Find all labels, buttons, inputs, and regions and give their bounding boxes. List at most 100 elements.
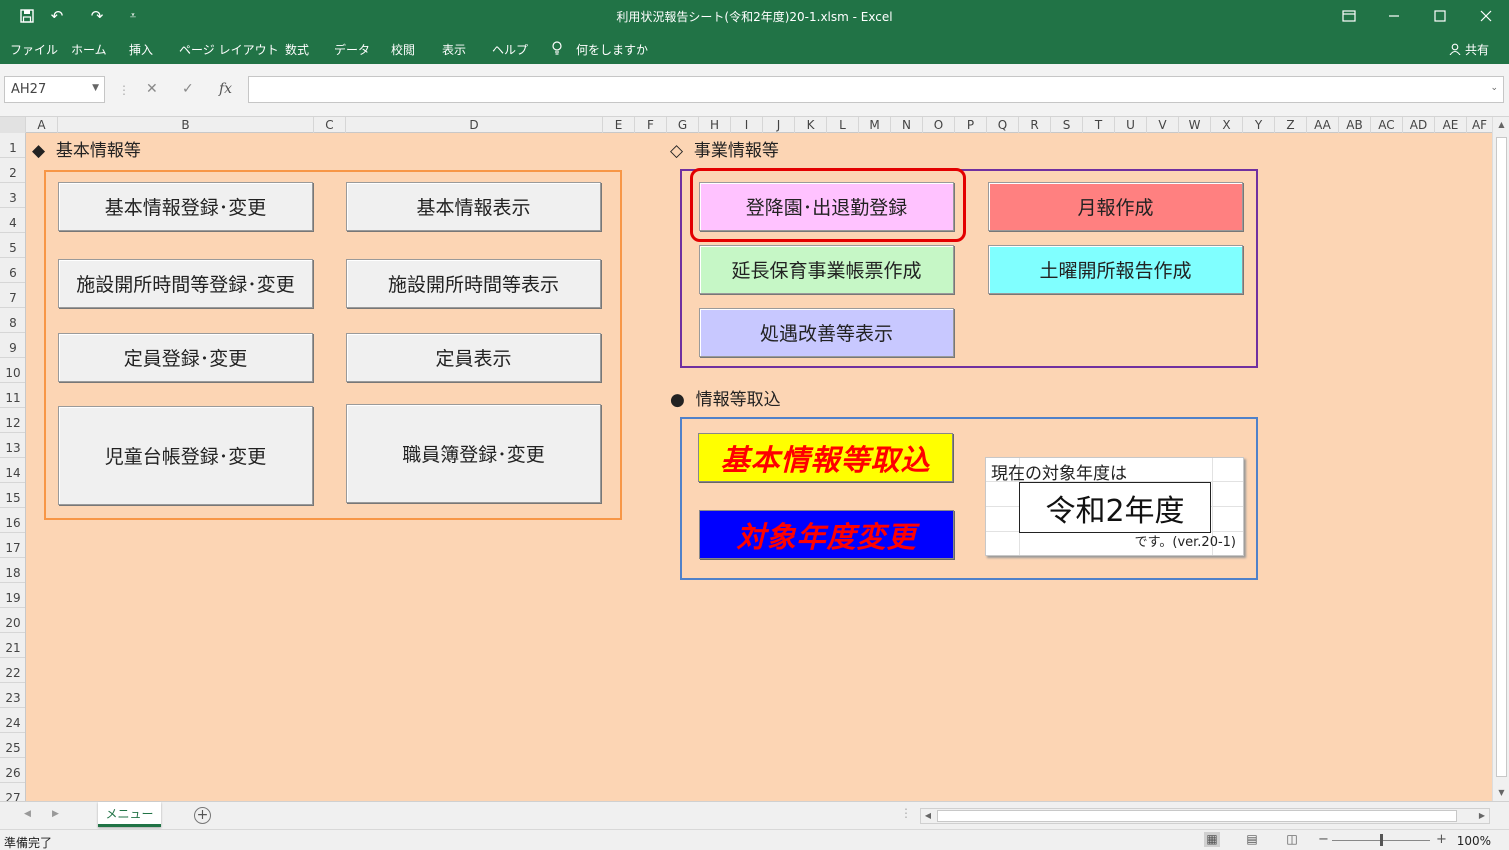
- column-header[interactable]: S: [1051, 117, 1083, 133]
- tab-review[interactable]: 校閲: [391, 41, 415, 58]
- horizontal-scrollbar[interactable]: ◀ ▶: [920, 808, 1490, 824]
- column-header[interactable]: O: [923, 117, 955, 133]
- import-basic-info-button[interactable]: 基本情報等取込: [698, 433, 953, 482]
- treatment-display-button[interactable]: 処遇改善等表示: [699, 308, 954, 357]
- column-header[interactable]: L: [827, 117, 859, 133]
- scroll-left-icon[interactable]: ◀: [921, 809, 935, 823]
- row-header[interactable]: 3: [0, 183, 25, 208]
- children-register-button[interactable]: 児童台帳登録･変更: [58, 406, 313, 505]
- column-header[interactable]: AD: [1403, 117, 1435, 133]
- tab-page-layout[interactable]: ページ レイアウト: [179, 41, 279, 58]
- zoom-level[interactable]: 100%: [1457, 834, 1491, 848]
- name-box[interactable]: AH27 ▼: [4, 76, 105, 103]
- column-header[interactable]: D: [346, 117, 603, 133]
- column-header[interactable]: Z: [1275, 117, 1307, 133]
- column-header[interactable]: AB: [1339, 117, 1371, 133]
- column-header[interactable]: I: [731, 117, 763, 133]
- tab-view[interactable]: 表示: [442, 41, 466, 58]
- prev-sheet-icon[interactable]: ◀: [24, 809, 31, 819]
- next-sheet-icon[interactable]: ▶: [52, 809, 59, 819]
- zoom-out-icon[interactable]: −: [1318, 832, 1329, 847]
- row-header[interactable]: 7: [0, 283, 25, 308]
- tab-formulas[interactable]: 数式: [285, 41, 309, 58]
- capacity-display-button[interactable]: 定員表示: [346, 333, 601, 382]
- row-header[interactable]: 18: [0, 558, 25, 583]
- tell-me-search[interactable]: 何をしますか: [576, 41, 648, 58]
- row-header[interactable]: 11: [0, 383, 25, 408]
- enter-icon[interactable]: ✓: [182, 81, 194, 97]
- tab-insert[interactable]: 挿入: [129, 41, 153, 58]
- saturday-report-button[interactable]: 土曜開所報告作成: [988, 245, 1243, 294]
- row-header[interactable]: 8: [0, 308, 25, 333]
- add-sheet-icon[interactable]: +: [194, 807, 211, 824]
- column-header[interactable]: J: [763, 117, 795, 133]
- row-header[interactable]: 9: [0, 333, 25, 358]
- insert-function-icon[interactable]: fx: [219, 81, 232, 97]
- row-header[interactable]: 24: [0, 708, 25, 733]
- capacity-register-button[interactable]: 定員登録･変更: [58, 333, 313, 382]
- column-header[interactable]: M: [859, 117, 891, 133]
- row-header[interactable]: 22: [0, 658, 25, 683]
- page-break-view-icon[interactable]: ◫: [1284, 832, 1300, 847]
- column-header[interactable]: AF: [1467, 117, 1492, 133]
- maximize-icon[interactable]: [1420, 4, 1460, 28]
- hours-register-button[interactable]: 施設開所時間等登録･変更: [58, 259, 313, 308]
- name-box-dropdown-icon[interactable]: ▼: [92, 83, 99, 93]
- row-header[interactable]: 23: [0, 683, 25, 708]
- vertical-scroll-thumb[interactable]: [1496, 137, 1507, 777]
- worksheet[interactable]: ◆ 基本情報等 基本情報登録･変更 基本情報表示 施設開所時間等登録･変更 施設…: [26, 133, 1492, 801]
- column-header[interactable]: H: [699, 117, 731, 133]
- row-header[interactable]: 16: [0, 508, 25, 533]
- tab-help[interactable]: ヘルプ: [492, 41, 528, 58]
- row-header[interactable]: 19: [0, 583, 25, 608]
- ribbon-display-icon[interactable]: [1329, 4, 1369, 28]
- column-header[interactable]: Q: [987, 117, 1019, 133]
- normal-view-icon[interactable]: ▦: [1204, 832, 1220, 847]
- hours-display-button[interactable]: 施設開所時間等表示: [346, 259, 601, 308]
- vertical-scrollbar[interactable]: ▲ ▼: [1492, 117, 1509, 801]
- row-header[interactable]: 15: [0, 483, 25, 508]
- row-header[interactable]: 21: [0, 633, 25, 658]
- close-icon[interactable]: [1466, 4, 1506, 28]
- column-header[interactable]: V: [1147, 117, 1179, 133]
- row-header[interactable]: 1: [0, 133, 25, 158]
- tab-home[interactable]: ホーム: [71, 41, 107, 58]
- row-header[interactable]: 26: [0, 758, 25, 783]
- row-header[interactable]: 13: [0, 433, 25, 458]
- row-header[interactable]: 4: [0, 208, 25, 233]
- cancel-icon[interactable]: ✕: [146, 81, 158, 97]
- column-header[interactable]: B: [58, 117, 314, 133]
- change-target-year-button[interactable]: 対象年度変更: [699, 510, 954, 559]
- column-header[interactable]: N: [891, 117, 923, 133]
- attendance-register-button[interactable]: 登降園･出退勤登録: [699, 182, 954, 231]
- row-header[interactable]: 12: [0, 408, 25, 433]
- column-header[interactable]: F: [635, 117, 667, 133]
- row-header[interactable]: 14: [0, 458, 25, 483]
- column-header[interactable]: X: [1211, 117, 1243, 133]
- tab-data[interactable]: データ: [334, 41, 370, 58]
- column-header[interactable]: AE: [1435, 117, 1467, 133]
- row-header[interactable]: 10: [0, 358, 25, 383]
- column-header[interactable]: R: [1019, 117, 1051, 133]
- row-header[interactable]: 6: [0, 258, 25, 283]
- row-header[interactable]: 5: [0, 233, 25, 258]
- scroll-right-icon[interactable]: ▶: [1475, 809, 1489, 823]
- basic-info-display-button[interactable]: 基本情報表示: [346, 182, 601, 231]
- row-header[interactable]: 27: [0, 783, 25, 801]
- formula-input[interactable]: ⌄: [248, 76, 1504, 103]
- page-layout-view-icon[interactable]: ▤: [1244, 832, 1260, 847]
- row-header[interactable]: 25: [0, 733, 25, 758]
- column-header[interactable]: A: [26, 117, 58, 133]
- scroll-up-icon[interactable]: ▲: [1493, 117, 1509, 133]
- column-header[interactable]: K: [795, 117, 827, 133]
- column-header[interactable]: U: [1115, 117, 1147, 133]
- tab-file[interactable]: ファイル: [10, 41, 58, 58]
- column-header[interactable]: C: [314, 117, 346, 133]
- minimize-icon[interactable]: [1374, 4, 1414, 28]
- share-button[interactable]: 共有: [1449, 41, 1489, 58]
- monthly-report-button[interactable]: 月報作成: [988, 182, 1243, 231]
- column-header[interactable]: AA: [1307, 117, 1339, 133]
- row-header[interactable]: 17: [0, 533, 25, 558]
- row-header[interactable]: 2: [0, 158, 25, 183]
- column-header[interactable]: E: [603, 117, 635, 133]
